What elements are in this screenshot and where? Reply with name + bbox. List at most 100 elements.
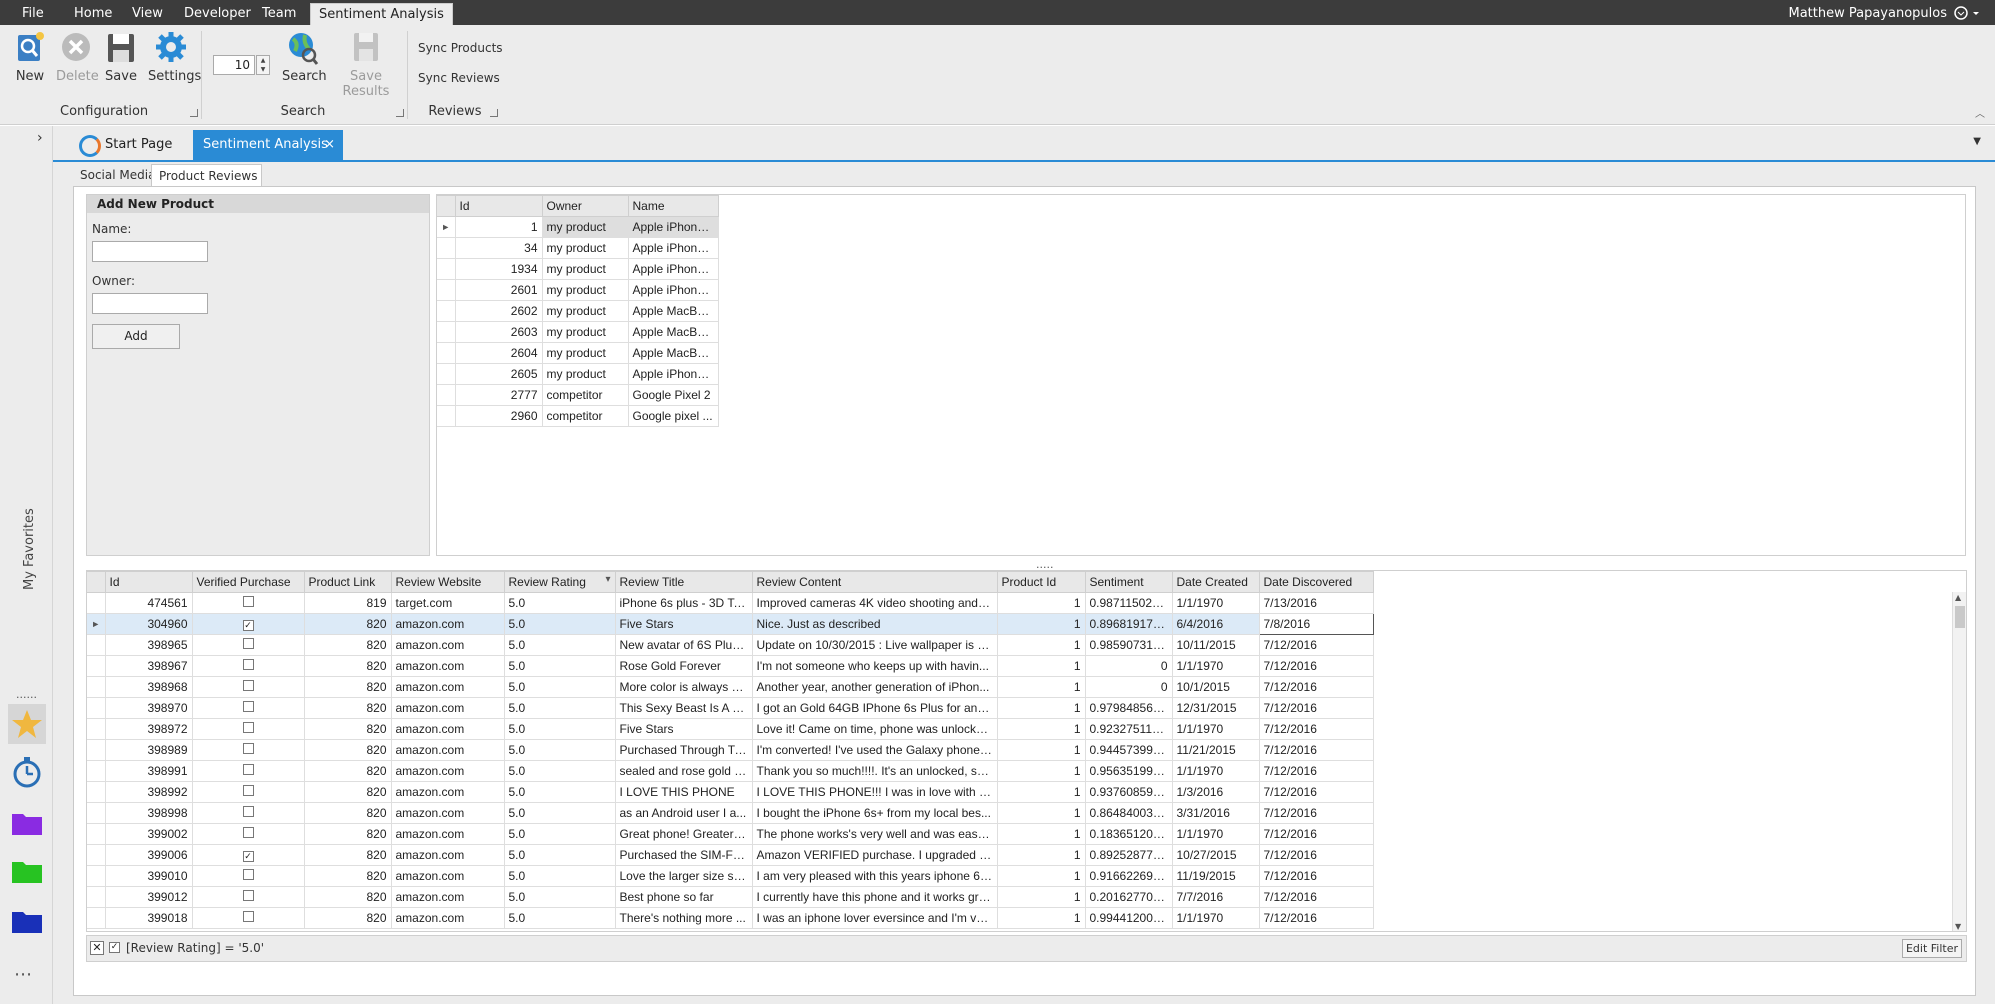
history-clock-icon[interactable]	[8, 752, 46, 792]
column-header-review-title[interactable]: Review Title	[614, 571, 753, 593]
cell-verified-purchase[interactable]	[191, 886, 305, 908]
table-row[interactable]: 398970 820 amazon.com 5.0 This Sexy Beast Is…	[87, 697, 1374, 719]
tab-product-reviews[interactable]: Product Reviews	[151, 164, 262, 186]
folder-purple-icon[interactable]	[8, 802, 46, 842]
add-product-button[interactable]: Add	[92, 324, 180, 349]
cell-date-created[interactable]: 1/1/1970	[1171, 907, 1260, 929]
cell-owner[interactable]: my product	[541, 237, 629, 259]
cell-verified-purchase[interactable]	[191, 760, 305, 782]
folder-green-icon[interactable]	[8, 850, 46, 890]
cell-sentiment[interactable]: 0.9798485636...	[1084, 697, 1173, 719]
cell-id[interactable]: 398967	[104, 655, 193, 677]
owner-field[interactable]	[92, 293, 208, 314]
cell-sentiment[interactable]: 0.9944120049...	[1084, 907, 1173, 929]
more-icon[interactable]: ⋯	[14, 964, 34, 985]
table-row[interactable]: 2601 my product Apple iPhone...	[437, 279, 719, 301]
cell-sentiment[interactable]: 0.9859073162...	[1084, 634, 1173, 656]
cell-review-rating[interactable]: 5.0	[503, 676, 616, 698]
cell-review-website[interactable]: amazon.com	[390, 760, 505, 782]
cell-owner[interactable]: my product	[541, 321, 629, 343]
cell-review-title[interactable]: Purchased Through T-...	[614, 739, 753, 761]
cell-review-content[interactable]: Update on 10/30/2015 : Live wallpaper is…	[751, 634, 998, 656]
column-header-date-discovered[interactable]: Date Discovered	[1258, 571, 1374, 593]
cell-id[interactable]: 398992	[104, 781, 193, 803]
cell-sentiment[interactable]: 0.9232751131...	[1084, 718, 1173, 740]
clear-filter-icon[interactable]: ✕	[90, 941, 104, 955]
cell-review-website[interactable]: amazon.com	[390, 655, 505, 677]
cell-id[interactable]: 2605	[454, 363, 543, 385]
cell-verified-purchase[interactable]	[191, 676, 305, 698]
cell-review-content[interactable]: I was an iphone lover eversince and I'm …	[751, 907, 998, 929]
table-row[interactable]: 2960 competitor Google pixel ...	[437, 405, 719, 427]
cell-product-link[interactable]: 820	[303, 676, 392, 698]
cell-date-discovered[interactable]: 7/12/2016	[1258, 823, 1374, 845]
table-row[interactable]: 398968 820 amazon.com 5.0 More color is alwa…	[87, 676, 1374, 698]
cell-review-content[interactable]: The phone works's very well and was easy…	[751, 823, 998, 845]
cell-id[interactable]: 398989	[104, 739, 193, 761]
cell-review-website[interactable]: amazon.com	[390, 907, 505, 929]
cell-name[interactable]: Google Pixel 2	[627, 384, 719, 406]
table-row[interactable]: 474561 819 target.com 5.0 iPhone 6s plus - 3…	[87, 592, 1374, 614]
table-row[interactable]: 398989 820 amazon.com 5.0 Purchased Through …	[87, 739, 1374, 761]
cell-product-id[interactable]: 1	[996, 592, 1086, 614]
cell-product-id[interactable]: 1	[996, 697, 1086, 719]
cell-review-content[interactable]: I got an Gold 64GB IPhone 6s Plus for an…	[751, 697, 998, 719]
cell-verified-purchase[interactable]	[191, 655, 305, 677]
cell-sentiment[interactable]: 0	[1084, 676, 1173, 698]
cell-name[interactable]: Apple iPhone...	[627, 279, 719, 301]
cell-sentiment[interactable]: 0.8925287723...	[1084, 844, 1173, 866]
tab-start-page[interactable]: Start Page	[75, 130, 191, 160]
cell-product-link[interactable]: 820	[303, 886, 392, 908]
cell-date-discovered[interactable]: 7/13/2016	[1258, 592, 1374, 614]
cell-review-title[interactable]: iPhone 6s plus - 3D To...	[614, 592, 753, 614]
cell-date-discovered[interactable]: 7/12/2016	[1258, 718, 1374, 740]
cell-owner[interactable]: my product	[541, 216, 629, 238]
cell-review-website[interactable]: target.com	[390, 592, 505, 614]
cell-date-discovered[interactable]: 7/12/2016	[1258, 844, 1374, 866]
cell-date-discovered[interactable]: 7/12/2016	[1258, 907, 1374, 929]
cell-review-title[interactable]: There's nothing more ...	[614, 907, 753, 929]
tab-list-dropdown-icon[interactable]: ▼	[1973, 136, 1981, 147]
cell-date-discovered[interactable]: 7/12/2016	[1258, 760, 1374, 782]
cell-product-id[interactable]: 1	[996, 802, 1086, 824]
user-avatar-icon[interactable]	[1953, 6, 1981, 20]
table-row[interactable]: 398991 820 amazon.com 5.0 sealed and rose go…	[87, 760, 1374, 782]
cell-review-rating[interactable]: 5.0	[503, 655, 616, 677]
cell-review-title[interactable]: sealed and rose gold 1...	[614, 760, 753, 782]
column-header-id[interactable]: Id	[454, 195, 543, 217]
cell-name[interactable]: Apple MacBo...	[627, 321, 719, 343]
verified-checkbox[interactable]	[242, 806, 254, 817]
cell-product-link[interactable]: 820	[303, 865, 392, 887]
cell-review-rating[interactable]: 5.0	[503, 781, 616, 803]
cell-verified-purchase[interactable]	[191, 907, 305, 929]
results-count-input[interactable]: 10	[213, 55, 255, 75]
cell-date-created[interactable]: 10/1/2015	[1171, 676, 1260, 698]
search-launcher-icon[interactable]	[396, 109, 404, 117]
table-row[interactable]: 399002 820 amazon.com 5.0 Great phone! Great…	[87, 823, 1374, 845]
cell-review-rating[interactable]: 5.0	[503, 907, 616, 929]
table-row[interactable]: 398967 820 amazon.com 5.0 Rose Gold Forever I…	[87, 655, 1374, 677]
verified-checkbox[interactable]	[242, 785, 254, 796]
table-row[interactable]: 34 my product Apple iPhone 7	[437, 237, 719, 259]
cell-owner[interactable]: my product	[541, 279, 629, 301]
cell-review-website[interactable]: amazon.com	[390, 634, 505, 656]
sync-reviews-button[interactable]: Sync Reviews	[418, 71, 500, 85]
column-header-id[interactable]: Id	[104, 571, 193, 593]
settings-button[interactable]: Settings	[148, 29, 201, 84]
cell-owner[interactable]: my product	[541, 363, 629, 385]
search-button[interactable]: Search	[282, 29, 327, 84]
cell-product-id[interactable]: 1	[996, 781, 1086, 803]
menu-view[interactable]: View	[124, 0, 171, 25]
cell-review-content[interactable]: I LOVE THIS PHONE!!! I was in love with …	[751, 781, 998, 803]
cell-id[interactable]: 399012	[104, 886, 193, 908]
cell-date-discovered[interactable]: 7/12/2016	[1258, 781, 1374, 803]
cell-review-title[interactable]: Best phone so far	[614, 886, 753, 908]
cell-product-id[interactable]: 1	[996, 844, 1086, 866]
cell-verified-purchase[interactable]	[191, 592, 305, 614]
cell-date-created[interactable]: 7/7/2016	[1171, 886, 1260, 908]
cell-review-title[interactable]: as an Android user I a...	[614, 802, 753, 824]
verified-checkbox[interactable]	[242, 869, 254, 880]
cell-id[interactable]: 304960	[104, 613, 193, 635]
cell-id[interactable]: 2603	[454, 321, 543, 343]
verified-checkbox[interactable]	[242, 638, 254, 649]
